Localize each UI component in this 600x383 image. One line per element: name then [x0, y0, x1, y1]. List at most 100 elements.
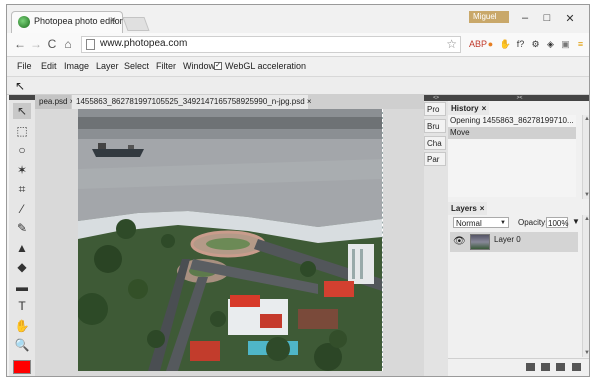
menu-window[interactable]: Window	[183, 61, 215, 71]
layers-icon[interactable]: ◈	[544, 38, 557, 51]
scroll-down-icon[interactable]: ▼	[583, 349, 589, 357]
zoom-tool-icon[interactable]: 🔍	[13, 337, 31, 353]
layers-footer	[448, 358, 589, 376]
bookmark-star-icon[interactable]: ☆	[446, 37, 457, 51]
marquee-tool-icon[interactable]: ⬚	[13, 123, 31, 139]
user-badge[interactable]: Miguel	[469, 11, 509, 23]
menu-filter[interactable]: Filter	[156, 61, 176, 71]
document-tabs: pea.psd × 1455863_862781997105525_349214…	[35, 95, 424, 109]
lasso-tool-icon[interactable]: ○	[13, 142, 31, 158]
history-list: Opening 1455863_86278199710... Move	[448, 115, 576, 197]
minimize-button[interactable]: –	[519, 12, 531, 24]
dropdown-arrow-icon: ▼	[500, 220, 506, 226]
move-tool-icon[interactable]: ↖	[13, 103, 31, 119]
collapsed-panels-header[interactable]: <>	[424, 95, 448, 101]
layer-thumbnail	[470, 234, 490, 250]
tool-options-bar: ↖	[7, 77, 589, 95]
browser-tab[interactable]: Photopea photo editor ×	[11, 11, 123, 33]
menu-edit[interactable]: Edit	[41, 61, 57, 71]
panel-button-character[interactable]: Cha	[424, 136, 446, 150]
tools-panel: ↖ ⬚ ○ ✶ ⌗ ⁄ ✎ ▲ ◆ ▬ T ✋ 🔍	[9, 95, 35, 376]
blend-mode-select[interactable]: Normal ▼	[453, 217, 509, 228]
new-layer-icon[interactable]	[556, 363, 565, 371]
history-scrollbar[interactable]: ▲ ▼	[582, 115, 589, 199]
crop-tool-icon[interactable]: ⌗	[13, 181, 31, 197]
panel-button-paragraph[interactable]: Par	[424, 152, 446, 166]
right-panels-header[interactable]: ><	[448, 95, 589, 101]
doc-tab-label: 1455863_862781997105525_3492147165758925…	[76, 97, 305, 106]
url-text[interactable]: www.photopea.com	[100, 38, 187, 49]
forward-button[interactable]: →	[29, 37, 43, 51]
tools-panel-header[interactable]	[9, 95, 35, 100]
opacity-label: Opacity:	[518, 218, 548, 227]
puzzle-icon[interactable]: ▣	[559, 38, 572, 51]
panel-button-brush[interactable]: Bru	[424, 119, 446, 133]
menu-file[interactable]: File	[17, 61, 32, 71]
folder-icon[interactable]	[541, 363, 550, 371]
home-button[interactable]: ⌂	[61, 37, 75, 51]
layers-title: Layers	[451, 204, 477, 213]
document-area: pea.psd × 1455863_862781997105525_349214…	[35, 95, 424, 376]
eraser-tool-icon[interactable]: ◆	[13, 259, 31, 275]
opacity-dropdown-icon[interactable]: ▼	[572, 217, 580, 226]
history-item-selected[interactable]: Move	[448, 127, 576, 139]
adjustment-layer-icon[interactable]	[526, 363, 535, 371]
layer-row[interactable]: 👁 Layer 0	[450, 232, 578, 252]
scroll-up-icon[interactable]: ▲	[583, 115, 589, 123]
reload-button[interactable]: C	[45, 37, 59, 51]
browser-window: Photopea photo editor × Miguel – □ ✕ ← →…	[6, 4, 590, 377]
collapsed-panels: <> Pro Bru Cha Par	[424, 95, 448, 376]
doc-tab-pea[interactable]: pea.psd ×	[35, 95, 74, 109]
aerial-photo	[78, 109, 382, 371]
type-tool-icon[interactable]: T	[13, 298, 31, 314]
trash-icon[interactable]	[572, 363, 581, 371]
doc-tab-label: pea.psd	[39, 97, 68, 106]
history-close-icon[interactable]: ×	[482, 104, 487, 113]
history-panel-tab[interactable]: History ×	[448, 102, 490, 115]
gear-icon[interactable]: ⚙	[529, 38, 542, 51]
layers-controls: Normal ▼ Opacity: 100% ▼	[448, 215, 589, 231]
menu-layer[interactable]: Layer	[96, 61, 119, 71]
menu-select[interactable]: Select	[124, 61, 149, 71]
doc-tab-close-icon[interactable]: ×	[307, 97, 312, 106]
history-item[interactable]: Opening 1455863_86278199710...	[448, 115, 576, 127]
webgl-label: WebGL acceleration	[225, 61, 307, 71]
back-button[interactable]: ←	[13, 37, 27, 51]
page-icon	[86, 39, 95, 50]
hand-icon[interactable]: ✋	[499, 38, 512, 51]
stamp-tool-icon[interactable]: ▲	[13, 240, 31, 256]
adblock-icon[interactable]: ABP	[469, 38, 487, 51]
doc-tab-active[interactable]: 1455863_862781997105525_3492147165758925…	[72, 95, 312, 109]
new-tab-button[interactable]	[122, 17, 150, 31]
eye-icon[interactable]: 👁	[453, 236, 466, 247]
brush-tool-icon[interactable]: ✎	[13, 220, 31, 236]
tab-close-icon[interactable]: ×	[110, 15, 116, 26]
cookie-icon[interactable]: ●	[484, 38, 497, 51]
formula-icon[interactable]: f?	[514, 38, 527, 51]
scroll-down-icon[interactable]: ▼	[583, 191, 589, 199]
image-canvas[interactable]	[78, 109, 383, 371]
layers-scrollbar[interactable]: ▲ ▼	[582, 215, 589, 357]
close-window-button[interactable]: ✕	[564, 12, 576, 25]
title-bar: Photopea photo editor × Miguel – □ ✕	[7, 5, 589, 33]
right-panels: >< History × Opening 1455863_86278199710.…	[448, 95, 589, 376]
layers-panel-tab[interactable]: Layers ×	[448, 202, 488, 215]
layer-name: Layer 0	[494, 235, 521, 244]
panel-button-properties[interactable]: Pro	[424, 102, 446, 116]
scroll-up-icon[interactable]: ▲	[583, 215, 589, 223]
photopea-favicon-icon	[18, 16, 30, 28]
hand-tool-icon[interactable]: ✋	[13, 318, 31, 334]
layers-close-icon[interactable]: ×	[480, 204, 485, 213]
address-bar[interactable]: www.photopea.com ☆	[81, 36, 461, 53]
blend-mode-value: Normal	[456, 219, 482, 228]
eyedropper-tool-icon[interactable]: ⁄	[13, 201, 31, 217]
webgl-checkbox[interactable]: ✓	[214, 62, 222, 70]
magic-wand-tool-icon[interactable]: ✶	[13, 162, 31, 178]
opacity-input[interactable]: 100%	[546, 217, 568, 228]
foreground-color-swatch[interactable]	[13, 360, 31, 374]
menu-icon[interactable]: ≡	[574, 38, 587, 51]
maximize-button[interactable]: □	[541, 12, 553, 24]
menu-image[interactable]: Image	[64, 61, 89, 71]
gradient-tool-icon[interactable]: ▬	[13, 279, 31, 295]
move-tool-options-icon[interactable]: ↖	[15, 79, 25, 93]
